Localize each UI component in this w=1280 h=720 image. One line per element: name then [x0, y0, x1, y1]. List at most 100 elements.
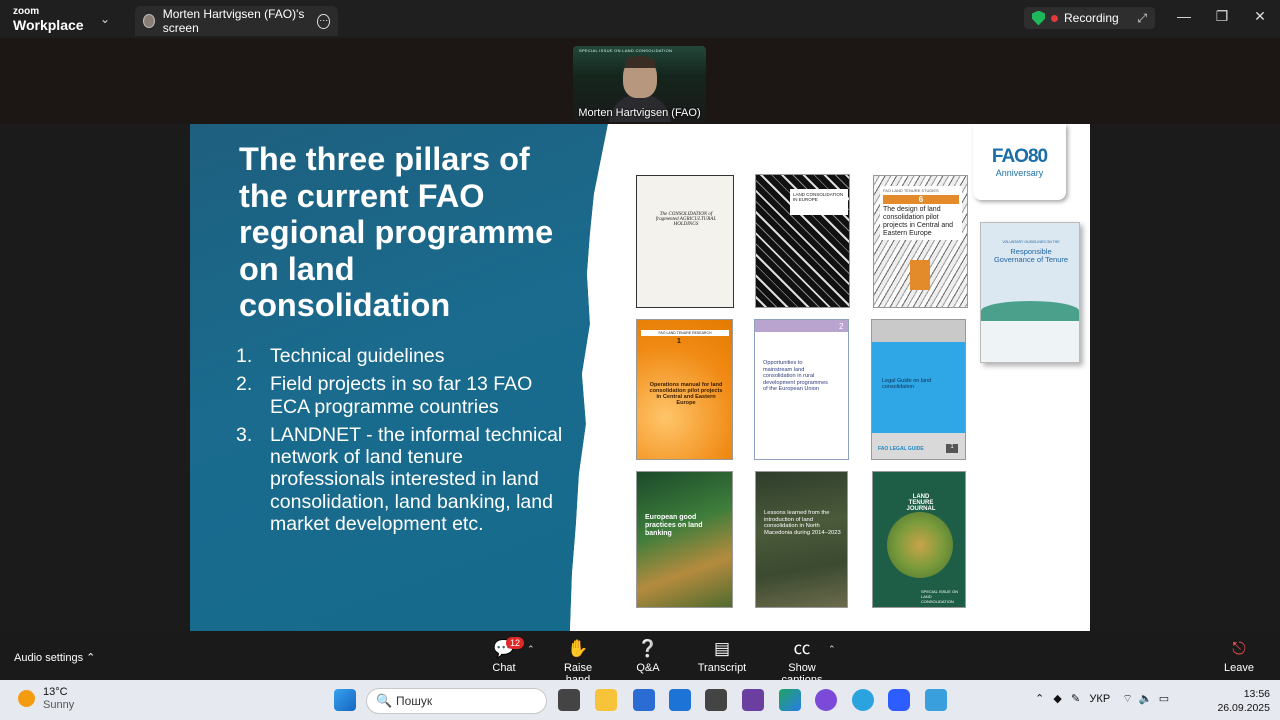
chevron-up-icon: ⌃ [86, 652, 96, 664]
book-title: Responsible Governance of Tenure [993, 247, 1069, 264]
book-title: Operations manual for land consolidation… [649, 382, 723, 406]
book-title: European good practices on land banking [645, 514, 703, 537]
audio-settings-label: Audio settings [14, 652, 84, 664]
book-title: The design of land consolidation pilot p… [883, 206, 954, 237]
sun-icon [18, 690, 35, 707]
book-series: FAO LEGAL GUIDE [878, 446, 924, 452]
date: 26.09.2025 [1217, 702, 1270, 714]
book-title: LAND CONSOLIDATION IN EUROPE [790, 189, 848, 215]
more-options-icon[interactable]: ··· [317, 13, 330, 29]
start-icon[interactable] [334, 689, 356, 711]
leave-icon: ⎋ [1232, 639, 1246, 658]
weather-widget[interactable]: 13°C Sunny [18, 686, 74, 712]
participant-name: Morten Hartvigsen (FAO) [578, 107, 701, 119]
fao80-subtitle: Anniversary [995, 168, 1044, 178]
battery-icon[interactable]: ▭ [1159, 693, 1169, 705]
edge-icon[interactable] [779, 689, 801, 711]
recording-label: Recording [1064, 11, 1119, 25]
expand-icon[interactable]: ⤢ [1137, 11, 1147, 26]
taskbar-search[interactable]: 🔍 Пошук [366, 688, 547, 714]
fao80-anniversary-logo: FAO80 Anniversary [973, 124, 1066, 200]
fao80-logo-text: FAO80 [991, 146, 1048, 167]
leave-label: Leave [1224, 662, 1254, 674]
list-number: 3. [236, 423, 253, 446]
book-series: VOLUNTARY GUIDELINES ON THE [1002, 240, 1060, 244]
temperature: 13°C [43, 686, 68, 698]
pen-icon[interactable]: ✎ [1071, 693, 1080, 705]
search-icon: 🔍 [376, 693, 393, 708]
book-series: FAO LAND TENURE STUDIES [883, 188, 939, 193]
show-captions-button[interactable]: ㏄Show captions [768, 639, 836, 686]
clock[interactable]: 13:56 26.09.2025 [1200, 687, 1270, 715]
telegram-icon[interactable] [852, 689, 874, 711]
book-cover-lessons-north-macedonia: Lessons learned from the introduction of… [755, 471, 848, 608]
wifi-icon[interactable]: ⌔ [1122, 693, 1132, 705]
book-title: LAND TENURE JOURNAL [906, 494, 936, 512]
audio-settings-button[interactable]: Audio settings ⌃ [14, 651, 95, 664]
zoom-icon[interactable] [888, 689, 910, 711]
recording-indicator[interactable]: Recording ⤢ [1024, 7, 1155, 29]
chevron-down-icon[interactable]: ⌄ [100, 12, 110, 26]
qa-button[interactable]: ❔ Q&A [634, 639, 662, 674]
minimize-icon[interactable]: — [1174, 8, 1194, 24]
participant-video[interactable]: SPECIAL ISSUE ON LAND CONSOLIDATION Mort… [573, 46, 706, 122]
restore-icon[interactable]: ❐ [1212, 8, 1232, 25]
chat-caret-icon[interactable]: ⌃ [527, 644, 535, 655]
transcript-icon: ▤ [713, 639, 731, 658]
record-dot-icon [1051, 14, 1058, 22]
captions-icon: ㏄ [793, 639, 811, 658]
book-cover-image [981, 301, 1079, 321]
task-view-icon[interactable] [558, 689, 580, 711]
list-item: 1. Technical guidelines [236, 345, 566, 367]
dropbox-icon[interactable]: ◆ [1053, 693, 1061, 705]
book-accent [910, 260, 930, 290]
chat-label: Chat [492, 662, 516, 674]
book-footer: SPECIAL ISSUE ON LAND CONSOLIDATION [921, 589, 958, 604]
chat-unread-badge: 12 [506, 637, 525, 649]
list-number: 2. [236, 373, 253, 396]
book-title: The CONSOLIDATION of fragmented AGRICULT… [655, 212, 717, 227]
captions-caret-icon[interactable]: ⌃ [828, 644, 836, 655]
participant-hair [625, 56, 655, 68]
list-item: 3. LANDNET - the informal technical netwo… [236, 424, 566, 535]
close-icon[interactable]: ✕ [1250, 8, 1270, 25]
transcript-label: Transcript [697, 662, 747, 674]
file-explorer-icon[interactable] [595, 689, 617, 711]
shield-icon [1032, 10, 1045, 26]
book-number: 6 [883, 195, 959, 204]
shared-slide: The three pillars of the current FAO reg… [190, 124, 1090, 631]
viber-icon[interactable] [815, 689, 837, 711]
language-indicator[interactable]: УКР [1089, 693, 1110, 705]
book-cover-voluntary-guidelines: VOLUNTARY GUIDELINES ON THE Responsible … [980, 222, 1080, 363]
book-cover-operations-manual: FAO LAND TENURE RESEARCH 1 Operations ma… [636, 319, 733, 460]
raise-hand-button[interactable]: ✋Raise hand [552, 639, 604, 686]
list-item: 2. Field projects in so far 13 FAO ECA pr… [236, 373, 566, 418]
store-icon[interactable] [633, 689, 655, 711]
hand-icon: ✋ [567, 639, 589, 658]
book-cover-good-practices-land-banking: European good practices on land banking [636, 471, 733, 608]
system-tray[interactable]: ⌃ ◆ ✎ УКР ⌔ 🔈 ▭ [1035, 692, 1169, 706]
book-cover-image [887, 512, 953, 578]
screen-share-tab[interactable]: Morten Hartvigsen (FAO)'s screen ··· [135, 6, 338, 36]
chevron-up-icon[interactable]: ⌃ [1035, 693, 1044, 705]
book-title: Legal Guide on land consolidation [882, 378, 932, 390]
book-cover-consolidation-holdings: The CONSOLIDATION of fragmented AGRICULT… [636, 175, 734, 308]
book-number: 2 [839, 322, 844, 331]
book-cover-land-tenure-journal: LAND TENURE JOURNAL SPECIAL ISSUE ON LAN… [872, 471, 966, 608]
qa-icon: ❔ [637, 639, 659, 658]
leave-button[interactable]: ⎋ Leave [1222, 639, 1256, 674]
app-icon[interactable] [705, 689, 727, 711]
book-header-band [755, 320, 848, 332]
app-icon[interactable] [925, 689, 947, 711]
zoom-workplace-logo[interactable]: zoom Workplace [13, 7, 84, 33]
app-icon[interactable] [742, 689, 764, 711]
azure-icon[interactable] [669, 689, 691, 711]
book-series: FAO LAND TENURE RESEARCH [641, 330, 729, 336]
search-placeholder: Пошук [396, 694, 433, 708]
volume-icon[interactable]: 🔈 [1139, 693, 1153, 705]
transcript-button[interactable]: ▤ Transcript [697, 639, 747, 674]
weather-condition: Sunny [43, 699, 75, 711]
book-number: 1 [677, 338, 681, 345]
qa-label: Q&A [636, 662, 660, 674]
book-cover-land-consolidation-europe: LAND CONSOLIDATION IN EUROPE [755, 174, 850, 308]
